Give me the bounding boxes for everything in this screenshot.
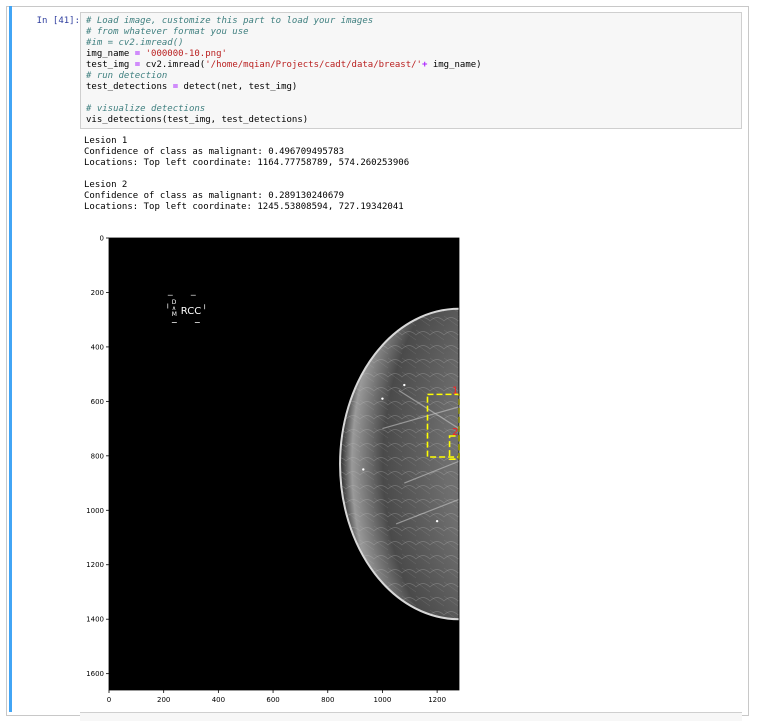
code-token: img_name) xyxy=(427,60,482,70)
code-line: #im = cv2.imread() xyxy=(86,38,736,49)
detection-label: 1 xyxy=(452,385,458,396)
code-token: # Load image, customize this part to loa… xyxy=(86,16,374,26)
y-tick-label: 1000 xyxy=(86,507,104,515)
code-token: test_detections xyxy=(86,82,173,92)
code-token: detect(net, test_img) xyxy=(178,82,298,92)
output-line: Confidence of class as malignant: 0.4967… xyxy=(84,147,345,157)
y-tick-label: 1600 xyxy=(86,670,104,678)
y-tick-label: 400 xyxy=(91,343,104,351)
code-token: cv2.imread( xyxy=(140,60,206,70)
code-line: # Load image, customize this part to loa… xyxy=(86,16,736,27)
x-tick-label: 0 xyxy=(107,696,111,704)
code-line: # visualize detections xyxy=(86,104,736,115)
code-token: '000000-10.png' xyxy=(145,49,227,59)
cell-output-text: Lesion 1 Confidence of class as malignant… xyxy=(84,136,724,213)
code-token: # run detection xyxy=(86,71,168,81)
cell-selection-bar xyxy=(9,6,12,712)
x-tick-label: 600 xyxy=(266,696,279,704)
code-token: vis_detections(test_img, test_detections… xyxy=(86,115,309,125)
x-tick-label: 200 xyxy=(157,696,170,704)
code-token: # visualize detections xyxy=(86,104,206,114)
marker-letter: M xyxy=(172,311,177,318)
marker-label: RCC xyxy=(181,306,201,317)
calcification-dot xyxy=(403,383,406,387)
output-line: Lesion 1 xyxy=(84,136,128,146)
code-line: # from whatever format you use xyxy=(86,27,736,38)
y-tick-label: 800 xyxy=(91,452,104,460)
code-line: test_img = cv2.imread('/home/mqian/Proje… xyxy=(86,60,736,71)
mammogram-plot: RCCDM∧120 200 400 600 800 1000 120002004006008… xyxy=(86,235,460,704)
code-token: # from whatever format you use xyxy=(86,27,249,37)
y-tick-label: 1200 xyxy=(86,561,104,569)
y-tick-label: 1400 xyxy=(86,616,104,624)
code-token: #im = cv2.imread() xyxy=(86,38,184,48)
x-tick-label: 1000 xyxy=(374,696,392,704)
code-token: '/home/mqian/Projects/cadt/data/breast/' xyxy=(205,60,422,70)
calcification-dot xyxy=(381,397,384,400)
output-line: Locations: Top left coordinate: 1164.777… xyxy=(84,158,410,168)
y-tick-label: 0 xyxy=(100,235,104,243)
code-line: vis_detections(test_img, test_detections… xyxy=(86,115,736,126)
code-token: test_img xyxy=(86,60,135,70)
calcification-dot xyxy=(435,519,439,523)
y-tick-label: 200 xyxy=(91,289,104,297)
x-tick-label: 1200 xyxy=(428,696,446,704)
calcification-dot xyxy=(362,468,365,471)
output-line: Confidence of class as malignant: 0.2891… xyxy=(84,191,345,201)
y-tick-label: 600 xyxy=(91,398,104,406)
detection-label: 2 xyxy=(452,427,458,438)
code-token: img_name xyxy=(86,49,135,59)
code-line: # run detection xyxy=(86,71,736,82)
code-line: img_name = '000000-10.png' xyxy=(86,49,736,60)
code-input-area[interactable]: # Load image, customize this part to loa… xyxy=(80,12,742,129)
x-tick-label: 800 xyxy=(321,696,334,704)
output-line: Lesion 2 xyxy=(84,180,128,190)
marker-arrow: ∧ xyxy=(172,305,176,312)
code-line: test_detections = detect(net, test_img) xyxy=(86,82,736,93)
output-line: Locations: Top left coordinate: 1245.538… xyxy=(84,202,404,212)
cell-prompt: In [41]: xyxy=(36,16,80,26)
x-tick-label: 400 xyxy=(212,696,225,704)
output-plot: RCC D M ∧ 1 2 0 200 400 600 800 1000 1200 0 200 400 600 8… xyxy=(80,230,480,710)
